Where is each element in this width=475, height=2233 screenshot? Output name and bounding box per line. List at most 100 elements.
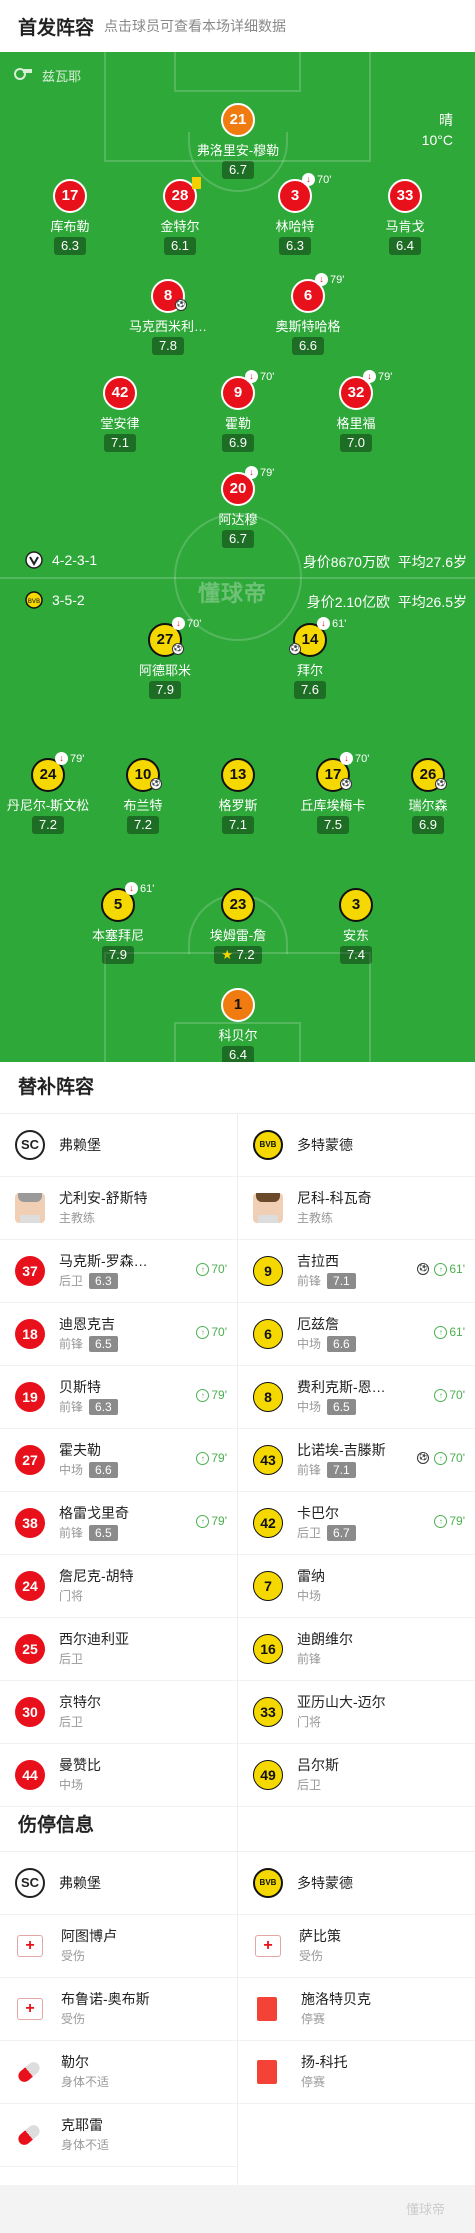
away-coach-row[interactable]: 尼科-科瓦奇 主教练 — [238, 1177, 475, 1240]
injury-icon: + — [255, 1935, 281, 1957]
home-player[interactable]: 3 ↓ 70' 林哈特 6.3 — [240, 173, 350, 255]
sub-in-marker: ↑ 79' — [434, 1514, 465, 1528]
home-player[interactable]: 20 ↓ 79' 阿达穆 6.7 — [183, 466, 293, 548]
injury-row[interactable]: 勒尔 身体不适 — [0, 2041, 237, 2104]
rating-value: 6.9 — [228, 435, 248, 450]
home-player[interactable]: 42 堂安律 7.1 — [65, 376, 175, 452]
substitute-info: 詹尼克-胡特 门将 — [59, 1566, 134, 1606]
home-player[interactable]: 9 ↓ 70' 霍勒 6.9 — [183, 370, 293, 452]
substitute-name: 厄兹詹 — [297, 1316, 339, 1332]
home-team-name: 弗赖堡 — [59, 1137, 101, 1153]
home-player[interactable]: 17 库布勒 6.3 — [15, 179, 125, 255]
injury-row[interactable]: + 布鲁诺-奥布斯 受伤 — [0, 1978, 237, 2041]
sub-out-icon: ↓ — [172, 617, 185, 630]
injury-row[interactable]: + 阿图博卢 受伤 — [0, 1915, 237, 1978]
away-player[interactable]: 14 ↓ 61' ⚽ 拜尔 7.6 — [255, 617, 365, 699]
player-name: 勒尔 — [61, 2054, 89, 2070]
substitute-row[interactable]: 6 厄兹詹 中场 6.6 ↑ 61' — [238, 1303, 475, 1366]
substitutes-section: 替补阵容 SC 弗赖堡 尤利安-舒斯特 主教练 37 马克斯-罗森… 后卫 6.3 ↑ 70'… — [0, 1062, 475, 1854]
substitute-name: 卡巴尔 — [297, 1505, 339, 1521]
away-player[interactable]: 23 埃姆雷-詹 ★ 7.2 — [183, 888, 293, 964]
referee: 兹瓦耶 — [14, 66, 81, 85]
away-player[interactable]: 3 安东 7.4 — [301, 888, 411, 964]
jersey-number: 17 — [53, 179, 87, 213]
rating-value: 7.1 — [228, 817, 248, 832]
substitute-row[interactable]: 18 迪恩克吉 前锋 6.5 ↑ 70' — [0, 1303, 237, 1366]
jersey: 3 — [339, 888, 373, 922]
substitution-marker: ↓ 79' — [315, 273, 344, 286]
home-coach-row[interactable]: 尤利安-舒斯特 主教练 — [0, 1177, 237, 1240]
injury-row[interactable]: 扬-科托 停赛 — [238, 2041, 475, 2104]
away-player[interactable]: 26 ⚽ 瑞尔森 6.9 — [373, 758, 475, 834]
jersey-number: 6 — [253, 1319, 283, 1349]
home-player[interactable]: 28 金特尔 6.1 — [125, 177, 235, 255]
substitution-marker: ↓ 70' — [245, 370, 274, 383]
sub-in-marker: ⚽ ↑ 70' — [417, 1451, 465, 1465]
away-player[interactable]: 5 ↓ 61' 本塞拜尼 7.9 — [63, 882, 173, 964]
substitute-row[interactable]: 24 詹尼克-胡特 门将 — [0, 1555, 237, 1618]
home-player[interactable]: 8 ⚽ 马克西米利… 7.8 — [113, 279, 223, 355]
injuries-title: 伤停信息 — [0, 1800, 475, 1852]
home-player[interactable]: 21 弗洛里安-穆勒 6.7 — [183, 103, 293, 179]
sub-minute: 70' — [449, 1451, 465, 1465]
substitute-rating: 6.5 — [327, 1399, 356, 1415]
footer: 懂球帝 — [0, 2185, 475, 2233]
home-player[interactable]: 6 ↓ 79' 奥斯特哈格 6.6 — [253, 273, 363, 355]
substitute-row[interactable]: 16 迪朗维尔 前锋 — [238, 1618, 475, 1681]
substitute-row[interactable]: 9 吉拉西 前锋 7.1 ⚽ ↑ 61' — [238, 1240, 475, 1303]
home-player[interactable]: 33 马肯戈 6.4 — [350, 179, 460, 255]
rating-value: 7.2 — [133, 817, 153, 832]
top-goal-box — [174, 52, 301, 92]
substitute-row[interactable]: 38 格雷戈里奇 前锋 6.5 ↑ 79' — [0, 1492, 237, 1555]
substitute-row[interactable]: 43 比诺埃-吉滕斯 前锋 7.1 ⚽ ↑ 70' — [238, 1429, 475, 1492]
substitute-row[interactable]: 33 亚历山大-迈尔 门将 — [238, 1681, 475, 1744]
player-name: 丘库埃梅卡 — [300, 798, 366, 813]
substitute-row[interactable]: 37 马克斯-罗森… 后卫 6.3 ↑ 70' — [0, 1240, 237, 1303]
injury-info: 扬-科托 停赛 — [301, 2052, 348, 2092]
jersey: 24 ↓ 79' — [31, 752, 84, 792]
away-player[interactable]: 27 ↓ 70' ⚽ 阿德耶米 7.9 — [110, 617, 220, 699]
home-player[interactable]: 32 ↓ 79' 格里福 7.0 — [301, 370, 411, 452]
injury-row[interactable]: 施洛特贝克 停赛 — [238, 1978, 475, 2041]
substitute-meta: 前锋 — [297, 1649, 353, 1669]
substitute-row[interactable]: 25 西尔迪利亚 后卫 — [0, 1618, 237, 1681]
sub-out-icon: ↓ — [315, 273, 328, 286]
injury-icon: + — [17, 1935, 43, 1957]
substitute-rating: 6.5 — [89, 1336, 118, 1352]
substitute-row[interactable]: 30 京特尔 后卫 — [0, 1681, 237, 1744]
injury-info: 勒尔 身体不适 — [61, 2052, 109, 2092]
sub-minute: 79' — [211, 1451, 227, 1465]
substitution-marker: ↓ 70' — [340, 752, 369, 765]
sub-minute: 70' — [449, 1388, 465, 1402]
away-player[interactable]: 1 科贝尔 6.4 — [183, 988, 293, 1062]
home-injuries-column: SC 弗赖堡 + 阿图博卢 受伤 + 布鲁诺-奥布斯 受伤 勒尔 身体不适 克耶雷 身体不适 — [0, 1852, 237, 2167]
sub-out-icon: ↓ — [245, 370, 258, 383]
substitute-row[interactable]: 44 曼赞比 中场 — [0, 1744, 237, 1807]
substitute-info: 迪恩克吉 前锋 6.5 — [59, 1314, 118, 1354]
injury-row[interactable]: 克耶雷 身体不适 — [0, 2104, 237, 2167]
substitute-name: 京特尔 — [59, 1694, 101, 1710]
player-rating: 6.4 — [388, 237, 422, 255]
player-rating: 6.3 — [53, 237, 87, 255]
jersey-number: 23 — [221, 888, 255, 922]
player-name: 金特尔 — [160, 219, 200, 234]
injury-row[interactable]: + 萨比策 受伤 — [238, 1915, 475, 1978]
away-player[interactable]: 17 ↓ 70' ⚽ 丘库埃梅卡 7.5 — [278, 752, 388, 834]
sub-in-marker: ↑ 79' — [196, 1388, 227, 1402]
sub-minute: 70' — [211, 1325, 227, 1339]
player-name: 扬-科托 — [301, 2054, 348, 2070]
jersey: 20 ↓ 79' — [221, 466, 274, 506]
substitute-row[interactable]: 49 吕尔斯 后卫 — [238, 1744, 475, 1807]
substitute-row[interactable]: 8 费利克斯-恩… 中场 6.5 ↑ 70' — [238, 1366, 475, 1429]
substitute-position: 前锋 — [297, 1274, 322, 1288]
substitute-row[interactable]: 19 贝斯特 前锋 6.3 ↑ 79' — [0, 1366, 237, 1429]
away-player[interactable]: 13 格罗斯 7.1 — [183, 758, 293, 834]
substitute-name: 贝斯特 — [59, 1379, 101, 1395]
jersey-number: 42 — [103, 376, 137, 410]
substitute-row[interactable]: 27 霍夫勒 中场 6.6 ↑ 79' — [0, 1429, 237, 1492]
substitute-rating: 6.6 — [327, 1336, 356, 1352]
away-player[interactable]: 10 ⚽ 布兰特 7.2 — [88, 758, 198, 834]
injury-info: 阿图博卢 受伤 — [61, 1926, 117, 1966]
substitute-row[interactable]: 7 雷纳 中场 — [238, 1555, 475, 1618]
substitute-row[interactable]: 42 卡巴尔 后卫 6.7 ↑ 79' — [238, 1492, 475, 1555]
